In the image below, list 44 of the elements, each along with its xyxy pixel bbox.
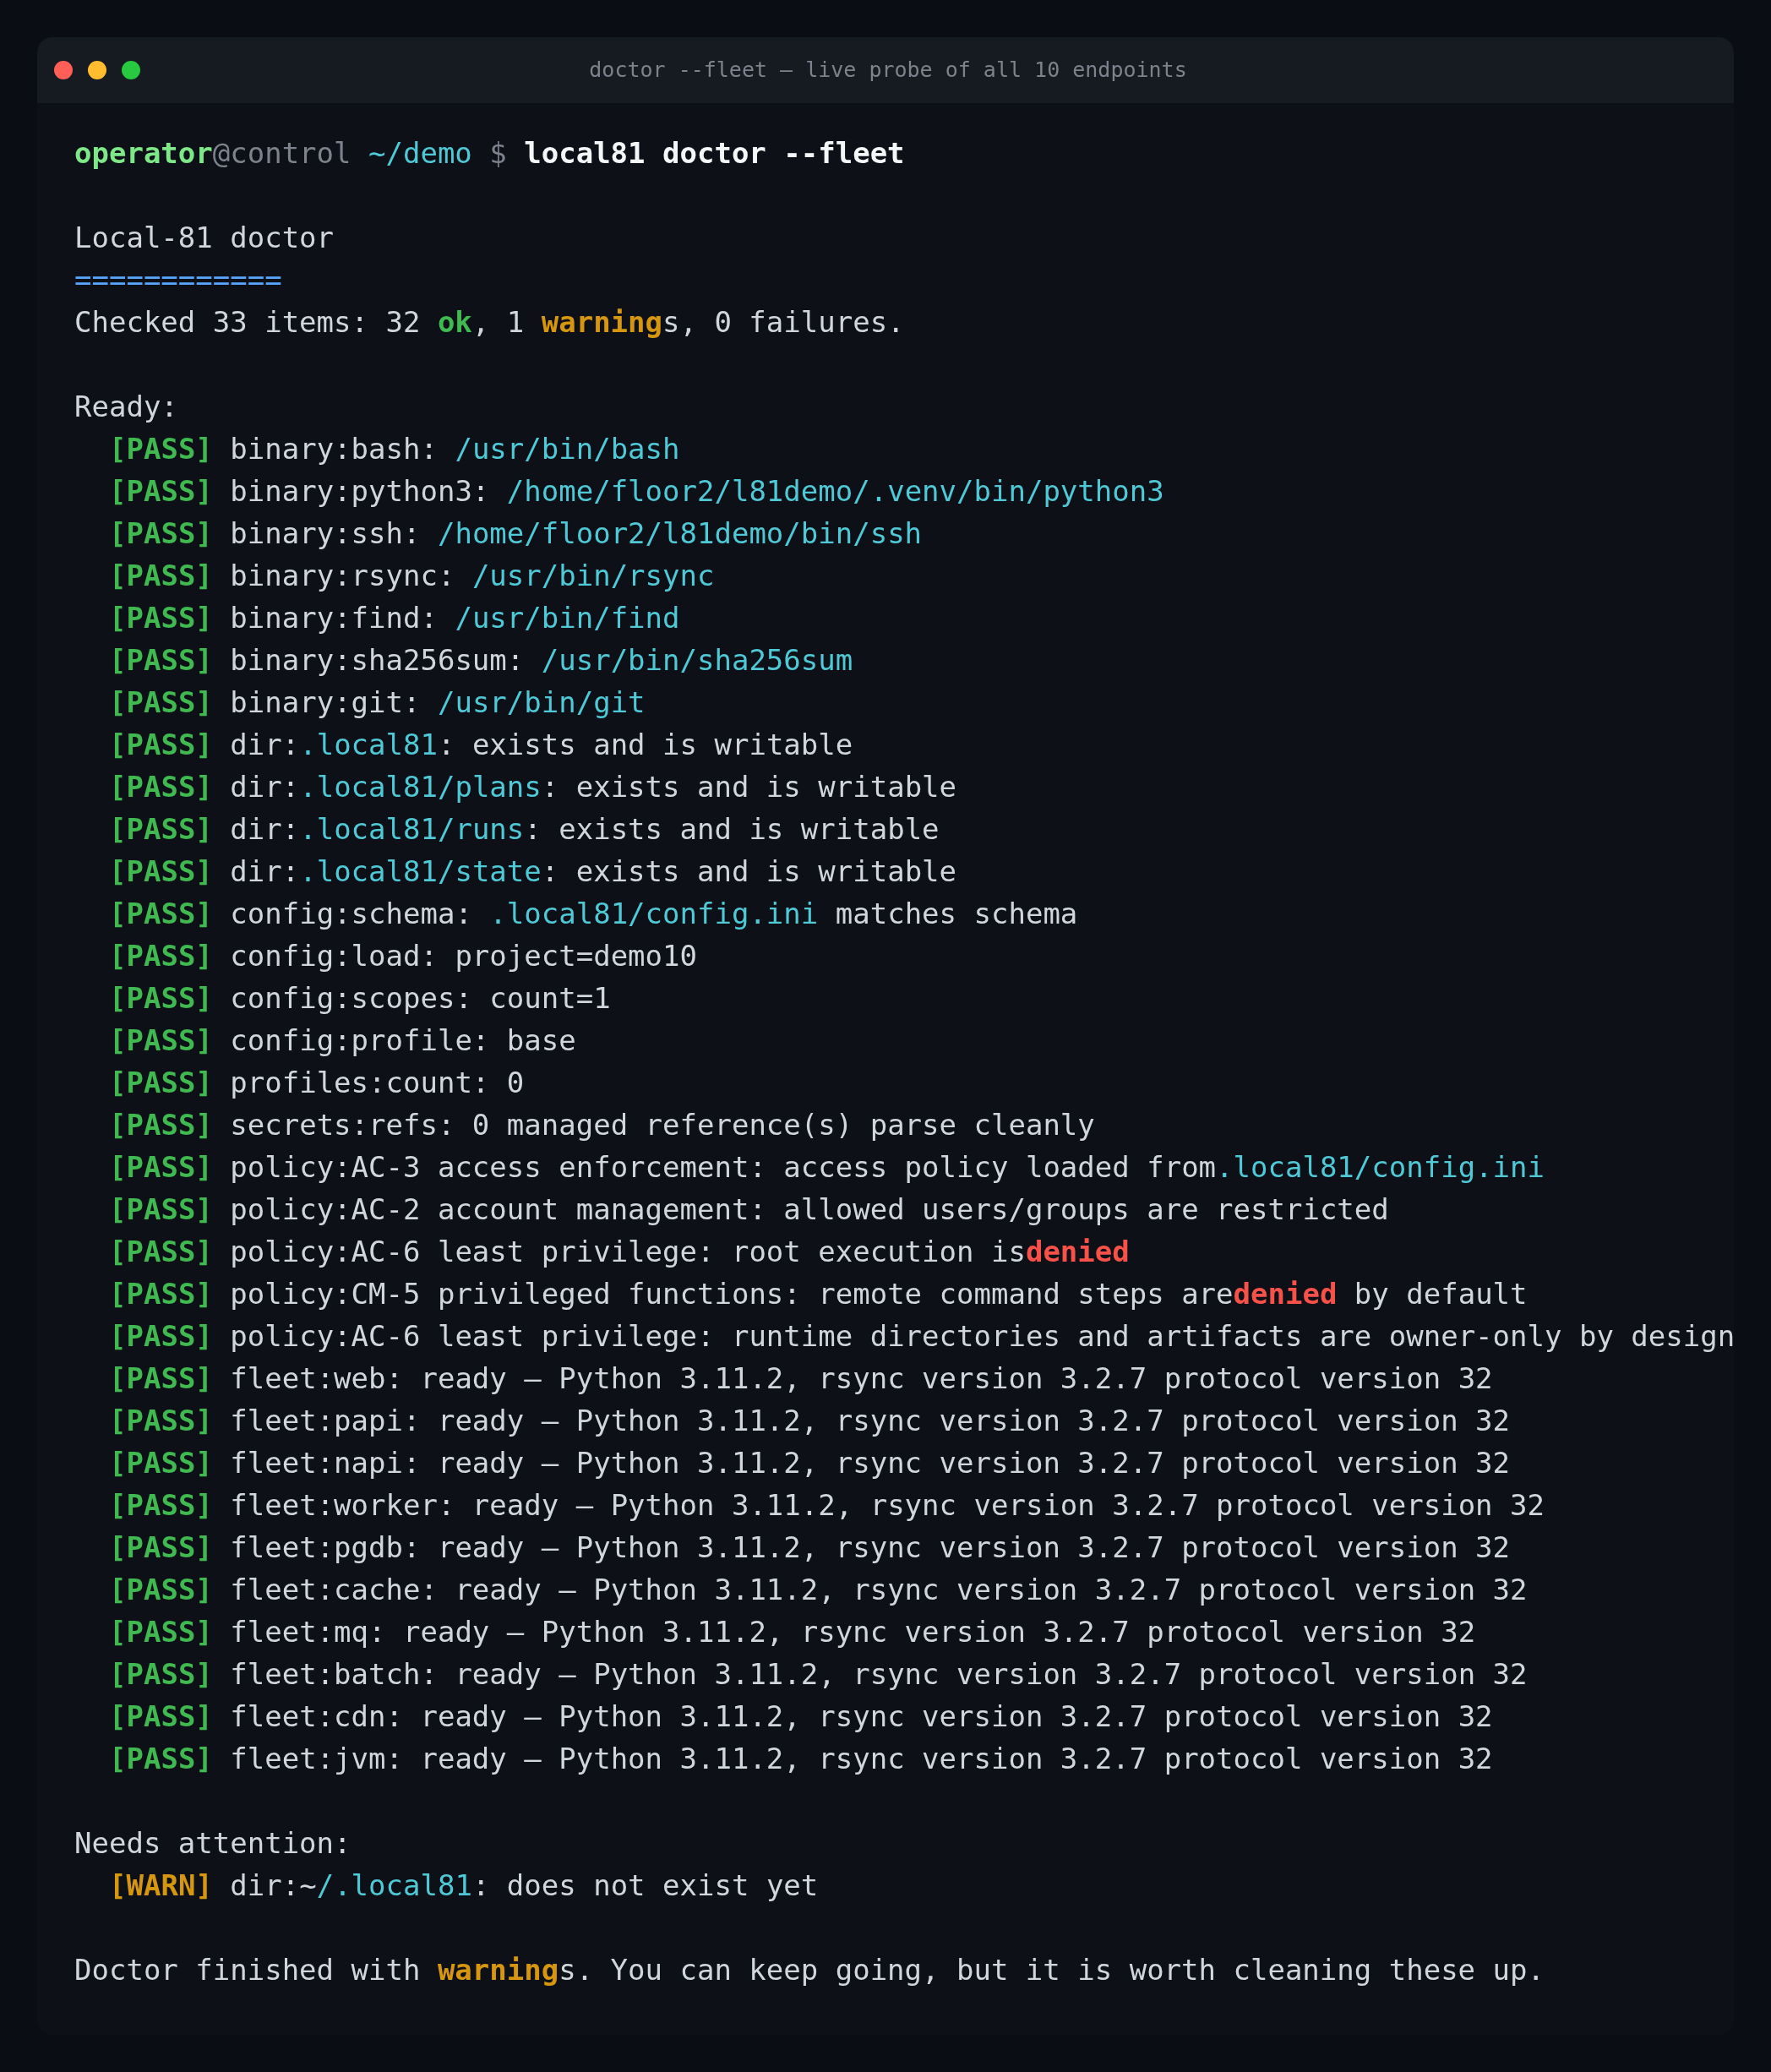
- check-result: [PASS] dir:.local81/state: exists and is writable: [109, 853, 957, 890]
- check-result: [PASS] fleet:papi: ready — Python 3.11.2, rsync version 3.2.7 protocol version 32: [109, 1403, 1511, 1439]
- check-result: [PASS] policy:AC-6 least privilege: runtime directories and artifacts are owner-only by design: [109, 1318, 1734, 1355]
- check-result: [PASS] fleet:mq: ready — Python 3.11.2, rsync version 3.2.7 protocol version 32: [109, 1614, 1476, 1650]
- check-result: [WARN] dir:~/.local81: does not exist yet: [109, 1868, 819, 1904]
- summary-text: Checked 33 items: 32 ok, 1 warnings, 0 failures.: [74, 304, 905, 341]
- check-result: [PASS] fleet:cache: ready — Python 3.11.2, rsync version 3.2.7 protocol version 32: [109, 1572, 1528, 1608]
- underline-rule: ============: [74, 262, 282, 298]
- check-result: [PASS] binary:rsync: /usr/bin/rsync: [109, 558, 715, 594]
- check-result: [PASS] binary:find: /usr/bin/find: [109, 600, 680, 636]
- check-result: [PASS] dir:.local81/runs: exists and is writable: [109, 811, 940, 848]
- check-result: [PASS] binary:python3: /home/floor2/l81demo/.venv/bin/python3: [109, 473, 1164, 510]
- check-result: [PASS] policy:AC-3 access enforcement: access policy loaded from.local81/config.ini: [109, 1149, 1545, 1186]
- close-button[interactable]: [54, 61, 73, 79]
- check-result: [PASS] fleet:worker: ready — Python 3.11.2, rsync version 3.2.7 protocol version 32: [109, 1487, 1545, 1524]
- check-result: [PASS] dir:.local81: exists and is writable: [109, 727, 853, 763]
- check-result: [PASS] config:profile: base: [109, 1022, 576, 1059]
- section-label: Needs attention:: [74, 1825, 351, 1862]
- minimize-button[interactable]: [88, 61, 106, 79]
- check-result: [PASS] binary:ssh: /home/floor2/l81demo/bin/ssh: [109, 515, 923, 552]
- check-result: [PASS] binary:git: /usr/bin/git: [109, 684, 646, 721]
- check-result: [PASS] policy:AC-2 account management: allowed users/groups are restricted: [109, 1191, 1389, 1228]
- check-result: [PASS] secrets:refs: 0 managed reference(s) parse cleanly: [109, 1107, 1095, 1143]
- maximize-button[interactable]: [122, 61, 140, 79]
- check-result: [PASS] fleet:pgdb: ready — Python 3.11.2, rsync version 3.2.7 protocol version 32: [109, 1529, 1511, 1566]
- check-result: [PASS] profiles:count: 0: [109, 1065, 525, 1101]
- check-result: [PASS] policy:CM-5 privileged functions: remote command steps aredenied by default: [109, 1276, 1528, 1312]
- final-message: Doctor finished with warnings. You can keep going, but it is worth cleaning these up.: [74, 1952, 1545, 1988]
- check-result: [PASS] binary:bash: /usr/bin/bash: [109, 431, 680, 467]
- check-result: [PASS] config:scopes: count=1: [109, 980, 611, 1017]
- section-label: Ready:: [74, 389, 178, 425]
- check-result: [PASS] fleet:jvm: ready — Python 3.11.2, rsync version 3.2.7 protocol version 32: [109, 1741, 1493, 1777]
- command-prompt: operator@control ~/demo $ local81 doctor --fleet: [74, 135, 905, 172]
- check-result: [PASS] fleet:batch: ready — Python 3.11.2, rsync version 3.2.7 protocol version 32: [109, 1656, 1528, 1693]
- check-result: [PASS] fleet:napi: ready — Python 3.11.2, rsync version 3.2.7 protocol version 32: [109, 1445, 1511, 1481]
- check-result: [PASS] config:schema: .local81/config.ini matches schema: [109, 896, 1078, 932]
- check-result: [PASS] fleet:web: ready — Python 3.11.2, rsync version 3.2.7 protocol version 32: [109, 1360, 1493, 1397]
- check-result: [PASS] binary:sha256sum: /usr/bin/sha256sum: [109, 642, 853, 679]
- window-title: doctor --fleet — live probe of all 10 endpoints: [589, 57, 1187, 85]
- check-result: [PASS] policy:AC-6 least privilege: root execution isdenied: [109, 1234, 1130, 1270]
- check-result: [PASS] fleet:cdn: ready — Python 3.11.2, rsync version 3.2.7 protocol version 32: [109, 1698, 1493, 1735]
- heading-text: Local-81 doctor: [74, 220, 335, 256]
- check-result: [PASS] dir:.local81/plans: exists and is writable: [109, 769, 957, 805]
- check-result: [PASS] config:load: project=demo10: [109, 938, 697, 974]
